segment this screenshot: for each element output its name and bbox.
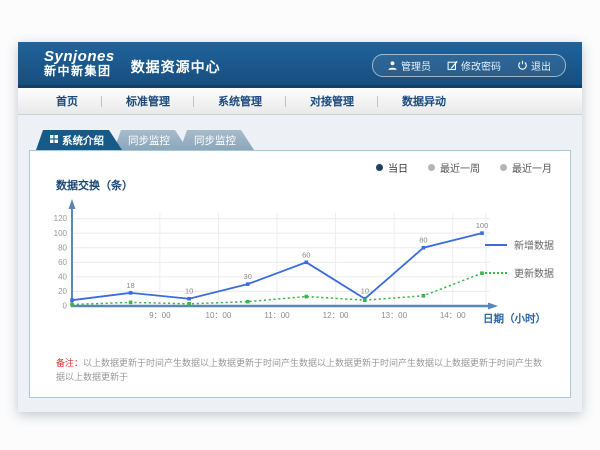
range-option-label: 当日 — [388, 160, 408, 175]
legend-label: 更新数据 — [514, 265, 554, 280]
range-option-label: 最近一周 — [440, 160, 480, 175]
tab-bar: 系统介绍 同步监控 同步监控 — [36, 130, 254, 150]
current-user-label: 管理员 — [401, 58, 431, 73]
svg-text:13：00: 13：00 — [381, 311, 407, 320]
data-exchange-line-chart: 0 20 40 60 80 100 120 9：00 10：00 11：00 12：00 13：00 1… — [42, 193, 528, 335]
footnote: 备注：以上数据更新于时间产生数据以上数据更新于时间产生数据以上数据更新于时间产生… — [56, 357, 550, 384]
app-window: Synjones 新中新集团 数据资源中心 管理员 修改密码 — [18, 42, 582, 412]
brand-logo: Synjones 新中新集团 — [44, 49, 115, 77]
tab-label: 系统介绍 — [62, 133, 104, 148]
app-header: Synjones 新中新集团 数据资源中心 管理员 修改密码 — [18, 42, 582, 88]
user-toolbar: 管理员 修改密码 退出 — [372, 54, 566, 77]
time-range-filter: 当日 最近一周 最近一月 — [376, 160, 552, 175]
main-nav: 首页 标准管理 系统管理 对接管理 数据异动 — [18, 88, 582, 115]
nav-item-home[interactable]: 首页 — [32, 88, 102, 114]
user-icon — [387, 60, 398, 71]
current-user-button[interactable]: 管理员 — [379, 57, 439, 74]
legend-line-sample — [485, 272, 507, 274]
nav-item-connect[interactable]: 对接管理 — [286, 88, 378, 114]
radio-dot — [376, 164, 383, 171]
range-option-last-month[interactable]: 最近一月 — [500, 160, 552, 175]
svg-text:40: 40 — [58, 272, 67, 281]
brand-logo-en: Synjones — [44, 49, 115, 65]
svg-text:12：00: 12：00 — [323, 311, 349, 320]
svg-text:100: 100 — [54, 229, 68, 238]
screenshot-canvas: Synjones 新中新集团 数据资源中心 管理员 修改密码 — [0, 0, 600, 450]
change-password-button[interactable]: 修改密码 — [439, 57, 509, 74]
nav-item-changes[interactable]: 数据异动 — [378, 88, 470, 114]
footnote-text: 以上数据更新于时间产生数据以上数据更新于时间产生数据以上数据更新于时间产生数据以… — [56, 358, 542, 382]
range-option-label: 最近一月 — [512, 160, 552, 175]
range-option-today[interactable]: 当日 — [376, 160, 408, 175]
legend-label: 新增数据 — [514, 237, 554, 252]
content-panel: 当日 最近一周 最近一月 数据交换（条） 0 20 40 60 80 100 120 9：00… — [29, 150, 571, 398]
footnote-prefix: 备注： — [56, 358, 83, 368]
legend-item-new-data[interactable]: 新增数据 — [485, 237, 554, 252]
svg-text:120: 120 — [54, 214, 68, 223]
grid-icon — [50, 134, 58, 146]
radio-dot — [500, 164, 507, 171]
tab-system-intro[interactable]: 系统介绍 — [36, 130, 122, 150]
svg-text:0: 0 — [63, 302, 68, 311]
y-axis-title: 数据交换（条） — [56, 177, 133, 193]
svg-text:11：00: 11：00 — [264, 311, 290, 320]
logout-label: 退出 — [531, 58, 551, 73]
svg-text:80: 80 — [419, 236, 427, 245]
svg-text:18: 18 — [126, 281, 134, 290]
tab-sync-monitor-1[interactable]: 同步监控 — [114, 130, 188, 150]
legend-line-sample — [485, 244, 507, 246]
logout-button[interactable]: 退出 — [509, 57, 559, 74]
tab-label: 同步监控 — [128, 133, 170, 148]
svg-text:80: 80 — [58, 243, 67, 252]
series-legend: 新增数据 更新数据 — [485, 237, 554, 280]
svg-text:10: 10 — [361, 287, 369, 296]
brand-logo-cn: 新中新集团 — [44, 65, 115, 78]
svg-text:60: 60 — [58, 258, 67, 267]
power-icon — [517, 60, 528, 71]
pencil-icon — [447, 60, 458, 71]
tab-sync-monitor-2[interactable]: 同步监控 — [180, 130, 254, 150]
range-option-last-week[interactable]: 最近一周 — [428, 160, 480, 175]
legend-item-update-data[interactable]: 更新数据 — [485, 265, 554, 280]
svg-text:10: 10 — [185, 287, 193, 296]
nav-item-standards[interactable]: 标准管理 — [102, 88, 194, 114]
svg-text:20: 20 — [58, 287, 67, 296]
page-title: 数据资源中心 — [131, 51, 221, 77]
svg-text:14：00: 14：00 — [440, 311, 466, 320]
radio-dot — [428, 164, 435, 171]
tab-label: 同步监控 — [194, 133, 236, 148]
x-axis-title: 日期（小时） — [483, 311, 546, 326]
svg-text:60: 60 — [302, 250, 310, 259]
nav-item-system[interactable]: 系统管理 — [194, 88, 286, 114]
svg-text:30: 30 — [244, 272, 252, 281]
change-password-label: 修改密码 — [461, 58, 501, 73]
svg-text:10：00: 10：00 — [206, 311, 232, 320]
svg-text:100: 100 — [476, 221, 489, 230]
svg-text:9：00: 9：00 — [149, 311, 171, 320]
